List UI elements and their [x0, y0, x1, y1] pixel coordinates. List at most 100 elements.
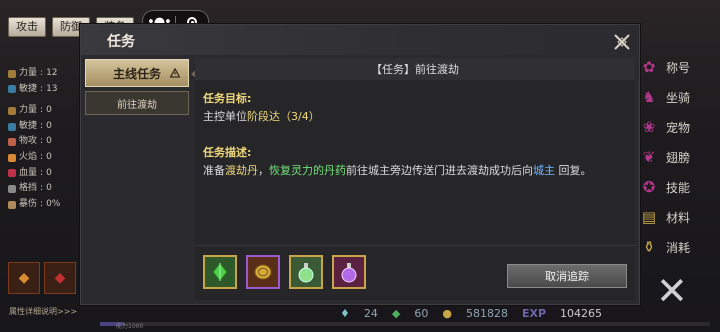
stat-value: 0: [46, 183, 52, 194]
close-dialog-button[interactable]: [611, 31, 633, 53]
stat-label: 敏捷: [19, 83, 38, 94]
menu-item-consumable[interactable]: ⚱ 消耗: [638, 232, 720, 262]
stat-row: 物攻:0: [8, 134, 80, 150]
stat-value: 0: [46, 120, 52, 131]
stat-icon: [8, 153, 16, 162]
stat-value: 0%: [46, 198, 61, 209]
reward-item[interactable]: [289, 255, 323, 289]
desc-part: 前往城主旁边传送门进去渡劫成功后向: [346, 164, 533, 177]
divider: [195, 245, 635, 246]
gem-icon: ♦: [340, 307, 350, 320]
jade-icon: ◆: [391, 307, 401, 320]
stat-row: 敏捷:0: [8, 119, 80, 135]
equip-icon: ◆: [54, 270, 66, 286]
stat-value: 12: [46, 68, 58, 78]
menu-label: 技能: [666, 180, 691, 195]
stat-icon: [8, 169, 16, 178]
goal-text: 主控单位阶段达（3/4）: [203, 108, 320, 124]
goal-label: 任务目标:: [203, 92, 252, 105]
character-stats: 力量:12 敏捷:13 力量:0 敏捷:0 物攻:0 火焰:0 血量:0 格挡:…: [8, 66, 80, 212]
stat-icon: [8, 184, 16, 193]
reward-item[interactable]: [246, 255, 280, 289]
reward-item[interactable]: [332, 255, 366, 289]
currency-bar: ♦ 24 ◆ 60 ● 581828 EXP 104265: [340, 307, 602, 320]
stat-label: 暴伤: [19, 198, 38, 209]
stat-icon: [8, 106, 16, 115]
menu-item-mount[interactable]: ♞ 坐骑: [638, 82, 720, 112]
menu-item-skill[interactable]: ✪ 技能: [638, 172, 720, 202]
stat-row: 火焰:0: [8, 150, 80, 166]
menu-item-pet[interactable]: ❀ 宠物: [638, 112, 720, 142]
currency1-value: 24: [363, 307, 378, 320]
stat-row: 力量:12: [8, 66, 80, 82]
stat-label: 物攻: [19, 136, 38, 147]
dialog-title: 任务: [107, 34, 135, 50]
material-icon: ▤: [641, 208, 657, 226]
stat-label: 力量: [19, 105, 38, 116]
desc-item: 渡劫丹: [225, 164, 258, 177]
close-bag-icon[interactable]: ✕: [656, 272, 688, 310]
xp-text: 能力1000: [116, 323, 144, 330]
stat-icon: [8, 122, 16, 131]
menu-label: 宠物: [666, 120, 691, 135]
warning-icon: [170, 68, 180, 78]
dialog-header: [81, 25, 639, 55]
xp-bar: [100, 322, 710, 326]
right-menu: ✿ 称号 ♞ 坐骑 ❀ 宠物 ❦ 翅膀 ✪ 技能 ▤ 材料 ⚱ 消耗: [638, 52, 720, 262]
stat-value: 0: [46, 105, 52, 116]
consumable-icon: ⚱: [642, 238, 656, 256]
equip-slot[interactable]: ◆: [8, 262, 40, 294]
stat-label: 血量: [19, 167, 38, 178]
mount-icon: ♞: [642, 88, 656, 106]
quest-tabs: 主线任务 前往渡劫: [85, 59, 189, 115]
green-crystal-icon: [212, 262, 228, 282]
desc-part: 准备: [203, 164, 225, 177]
attribute-details-link[interactable]: 属性详细说明>>>: [9, 306, 77, 317]
menu-label: 消耗: [666, 240, 691, 255]
menu-label: 坐骑: [666, 90, 691, 105]
green-potion-icon: [298, 263, 314, 283]
tab-main-quest[interactable]: 主线任务: [85, 59, 189, 87]
stat-icon: [8, 138, 16, 147]
stat-value: 13: [46, 83, 58, 94]
skill-icon: ✪: [642, 178, 656, 196]
stat-row: 暴伤:0%: [8, 197, 80, 213]
stat-row: 敏捷:13: [8, 82, 80, 98]
tab-main-label: 主线任务: [112, 66, 161, 81]
stat-row: 血量:0: [8, 166, 80, 182]
desc-npc: 城主: [533, 164, 555, 177]
stat-icon: [8, 200, 16, 209]
goal-progress: （3/4）: [280, 110, 320, 123]
quest-entry[interactable]: 前往渡劫: [85, 91, 189, 115]
stat-label: 火焰: [19, 151, 38, 162]
stat-value: 0: [46, 136, 52, 147]
menu-item-wings[interactable]: ❦ 翅膀: [638, 142, 720, 172]
attack-button[interactable]: 攻击: [8, 17, 46, 37]
title-icon: ✿: [642, 58, 656, 76]
menu-item-material[interactable]: ▤ 材料: [638, 202, 720, 232]
desc-item: 恢复灵力的丹药: [269, 164, 346, 177]
stat-label: 格挡: [19, 183, 38, 194]
menu-item-title[interactable]: ✿ 称号: [638, 52, 720, 82]
cancel-tracking-button[interactable]: 取消追踪: [507, 264, 627, 288]
wings-icon: ❦: [642, 148, 656, 166]
menu-label: 称号: [666, 60, 691, 75]
stat-value: 0: [46, 151, 52, 162]
gold-coin-icon: [254, 264, 272, 280]
currency2-value: 60: [414, 307, 429, 320]
reward-item[interactable]: [203, 255, 237, 289]
stat-row: 力量:0: [8, 103, 80, 119]
pet-icon: ❀: [642, 118, 656, 136]
reward-list: [203, 255, 366, 289]
purple-potion-icon: [341, 263, 357, 283]
stat-row: 格挡:0: [8, 181, 80, 197]
gold-value: 581828: [465, 307, 508, 320]
equip-slot[interactable]: ◆: [44, 262, 76, 294]
stat-label: 力量: [19, 68, 38, 78]
goal-highlight: 阶段达: [247, 110, 280, 123]
quest-dialog: 任务 主线任务 前往渡劫 【任务】前往渡劫 任务目标: 主控单位阶段达（3/4）…: [80, 24, 640, 305]
close-icon: [614, 34, 630, 50]
stat-icon: [8, 85, 16, 94]
desc-text: 准备渡劫丹，恢复灵力的丹药前往城主旁边传送门进去渡劫成功后向城主 回复。: [203, 162, 592, 178]
exp-label: EXP: [521, 307, 547, 320]
